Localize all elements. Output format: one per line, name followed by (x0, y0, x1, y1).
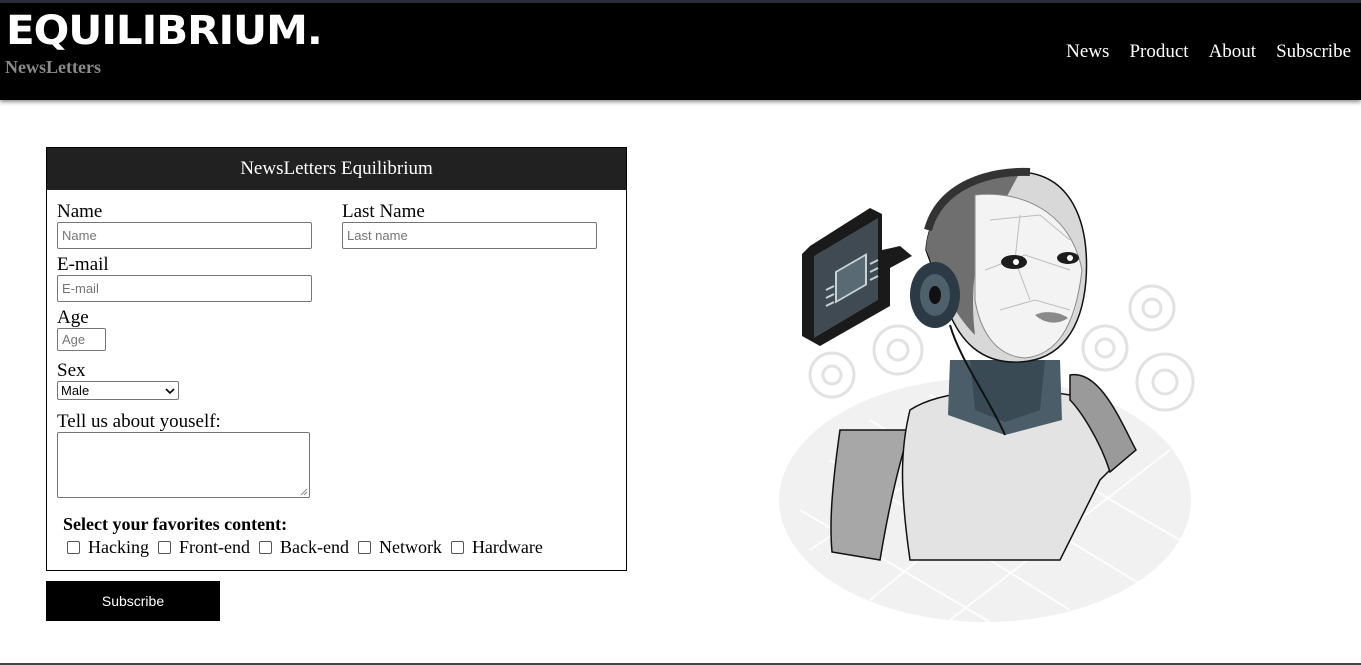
favorite-option-front-end[interactable]: Front-end (157, 537, 250, 558)
favorite-option-hacking[interactable]: Hacking (67, 537, 149, 558)
favorites-title: Select your favorites content: (63, 514, 288, 534)
favorite-label: Hacking (88, 537, 149, 557)
sex-select-value: Male (61, 383, 90, 398)
favorite-label: Front-end (178, 537, 250, 557)
last-name-label: Last Name (342, 201, 425, 222)
favorites-group: Hacking Front-end Back-end Network Hardw… (67, 537, 552, 558)
about-label: Tell us about youself: (57, 411, 221, 432)
nav-subscribe[interactable]: Subscribe (1276, 41, 1351, 63)
main-nav: News Product About Subscribe (1066, 41, 1351, 63)
back-end-checkbox[interactable] (258, 541, 272, 554)
name-input[interactable]: Name (57, 222, 312, 249)
favorite-option-network[interactable]: Network (357, 537, 442, 558)
chevron-down-icon (165, 387, 175, 394)
email-label: E-mail (57, 254, 109, 275)
brand-tagline: NewsLetters (5, 57, 101, 77)
age-label: Age (57, 307, 89, 328)
name-label: Name (57, 201, 103, 222)
subscribe-button[interactable]: Subscribe (46, 581, 220, 621)
site-header: EQUILIBRIUM. NewsLetters News Product Ab… (0, 3, 1361, 100)
about-textarea[interactable] (57, 432, 310, 498)
nav-about[interactable]: About (1209, 41, 1257, 63)
resize-grip-icon[interactable] (300, 488, 308, 496)
front-end-checkbox[interactable] (157, 541, 171, 554)
hardware-checkbox[interactable] (450, 541, 464, 554)
favorite-label: Back-end (279, 537, 349, 557)
hacking-checkbox[interactable] (67, 541, 80, 554)
sex-select[interactable]: Male (57, 381, 179, 400)
sex-label: Sex (57, 360, 86, 381)
favorite-option-back-end[interactable]: Back-end (258, 537, 349, 558)
brand-logo[interactable]: EQUILIBRIUM. (6, 11, 323, 51)
robot-with-headphones-illustration (779, 167, 1195, 623)
favorite-label: Hardware (471, 537, 543, 557)
favorite-label: Network (378, 537, 442, 557)
nav-product[interactable]: Product (1129, 41, 1188, 63)
last-name-input[interactable]: Last name (342, 222, 597, 249)
email-input[interactable]: E-mail (57, 275, 312, 302)
favorite-option-hardware[interactable]: Hardware (450, 537, 543, 558)
form-title: NewsLetters Equilibrium (47, 148, 626, 190)
age-input[interactable]: Age (57, 328, 106, 351)
network-checkbox[interactable] (357, 541, 371, 554)
newsletter-form: NewsLetters Equilibrium Name Name Last N… (46, 147, 627, 571)
nav-news[interactable]: News (1066, 41, 1109, 63)
